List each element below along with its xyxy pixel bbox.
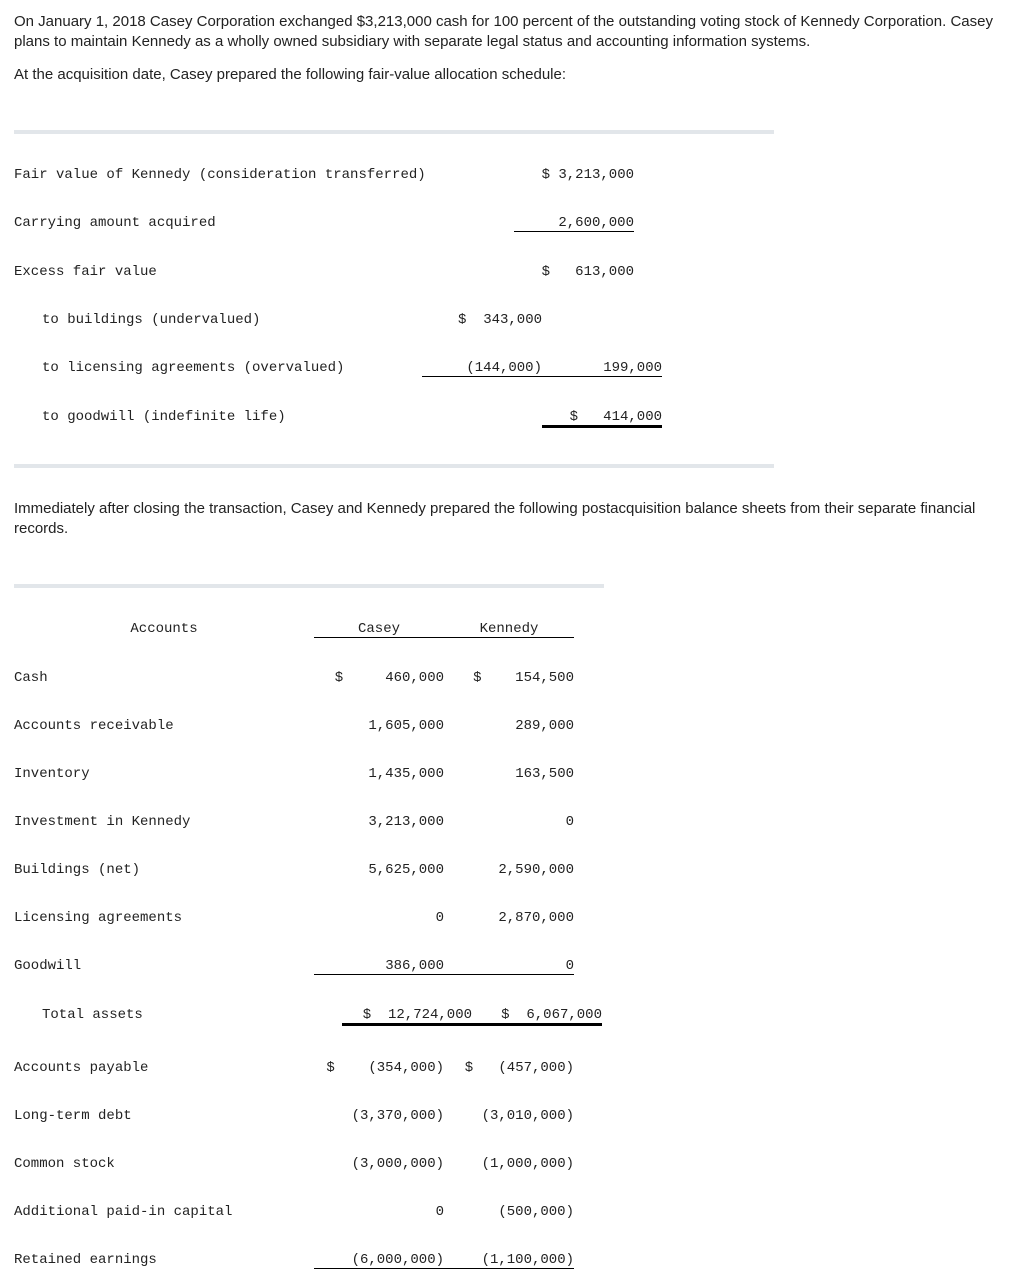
alloc-value: $ 613,000: [514, 264, 634, 280]
balance-sheet-table: Accounts Casey Kennedy Cash$ 460,000$ 15…: [14, 551, 1010, 1272]
bs-casey: $ 460,000: [314, 670, 444, 686]
allocation-schedule: Fair value of Kennedy (consideration tra…: [14, 97, 1010, 485]
alloc-label: Excess fair value: [14, 264, 394, 280]
alloc-label: to licensing agreements (overvalued): [14, 360, 422, 377]
alloc-detail: $ 343,000: [422, 312, 542, 328]
bs-kennedy: (1,000,000): [444, 1156, 574, 1172]
alloc-label: to buildings (undervalued): [14, 312, 422, 328]
bs-label: Accounts payable: [14, 1060, 314, 1076]
bs-label: Investment in Kennedy: [14, 814, 314, 830]
intro-paragraph-1: On January 1, 2018 Casey Corporation exc…: [14, 12, 1010, 53]
bs-kennedy: (1,100,000): [444, 1252, 574, 1269]
alloc-value: 2,600,000: [514, 215, 634, 232]
bs-kennedy: $ 154,500: [444, 670, 574, 686]
bs-label: Inventory: [14, 766, 314, 782]
bs-casey: 386,000: [314, 958, 444, 975]
bs-casey: 5,625,000: [314, 862, 444, 878]
bs-casey: $ 12,724,000: [342, 1007, 472, 1024]
bs-kennedy: $ 6,067,000: [472, 1007, 602, 1024]
bs-kennedy: 0: [444, 958, 574, 975]
bs-casey: 1,605,000: [314, 718, 444, 734]
bs-casey: (3,000,000): [314, 1156, 444, 1172]
alloc-label: to goodwill (indefinite life): [14, 409, 422, 426]
alloc-label: Carrying amount acquired: [14, 215, 394, 232]
bs-label: Buildings (net): [14, 862, 314, 878]
bs-label: Licensing agreements: [14, 910, 314, 926]
bs-casey: (6,000,000): [314, 1252, 444, 1269]
alloc-detail: (144,000): [422, 360, 542, 377]
bs-kennedy: 0: [444, 814, 574, 830]
alloc-value: 199,000: [542, 360, 662, 377]
alloc-value: $ 3,213,000: [514, 167, 634, 183]
intro-paragraph-3: Immediately after closing the transactio…: [14, 499, 1010, 540]
alloc-value: $ 414,000: [542, 409, 662, 426]
bs-label: Common stock: [14, 1156, 314, 1172]
bs-label: Accounts receivable: [14, 718, 314, 734]
bs-kennedy: (3,010,000): [444, 1108, 574, 1124]
bs-kennedy: 2,870,000: [444, 910, 574, 926]
bs-kennedy: 2,590,000: [444, 862, 574, 878]
bs-casey: (3,370,000): [314, 1108, 444, 1124]
bs-kennedy: $ (457,000): [444, 1060, 574, 1076]
bs-label: Additional paid-in capital: [14, 1204, 314, 1220]
bs-kennedy: 289,000: [444, 718, 574, 734]
bs-casey: 3,213,000: [314, 814, 444, 830]
bs-casey: 1,435,000: [314, 766, 444, 782]
bs-label: Retained earnings: [14, 1252, 314, 1269]
bs-kennedy: 163,500: [444, 766, 574, 782]
bs-label: Cash: [14, 670, 314, 686]
bs-label-total: Total assets: [14, 1007, 342, 1024]
bs-kennedy: (500,000): [444, 1204, 574, 1220]
alloc-label: Fair value of Kennedy (consideration tra…: [14, 167, 394, 183]
bs-label: Goodwill: [14, 958, 314, 975]
bs-label: Long-term debt: [14, 1108, 314, 1124]
intro-paragraph-2: At the acquisition date, Casey prepared …: [14, 65, 1010, 85]
bs-casey: $ (354,000): [314, 1060, 444, 1076]
bs-casey: 0: [314, 910, 444, 926]
bs-casey: 0: [314, 1204, 444, 1220]
